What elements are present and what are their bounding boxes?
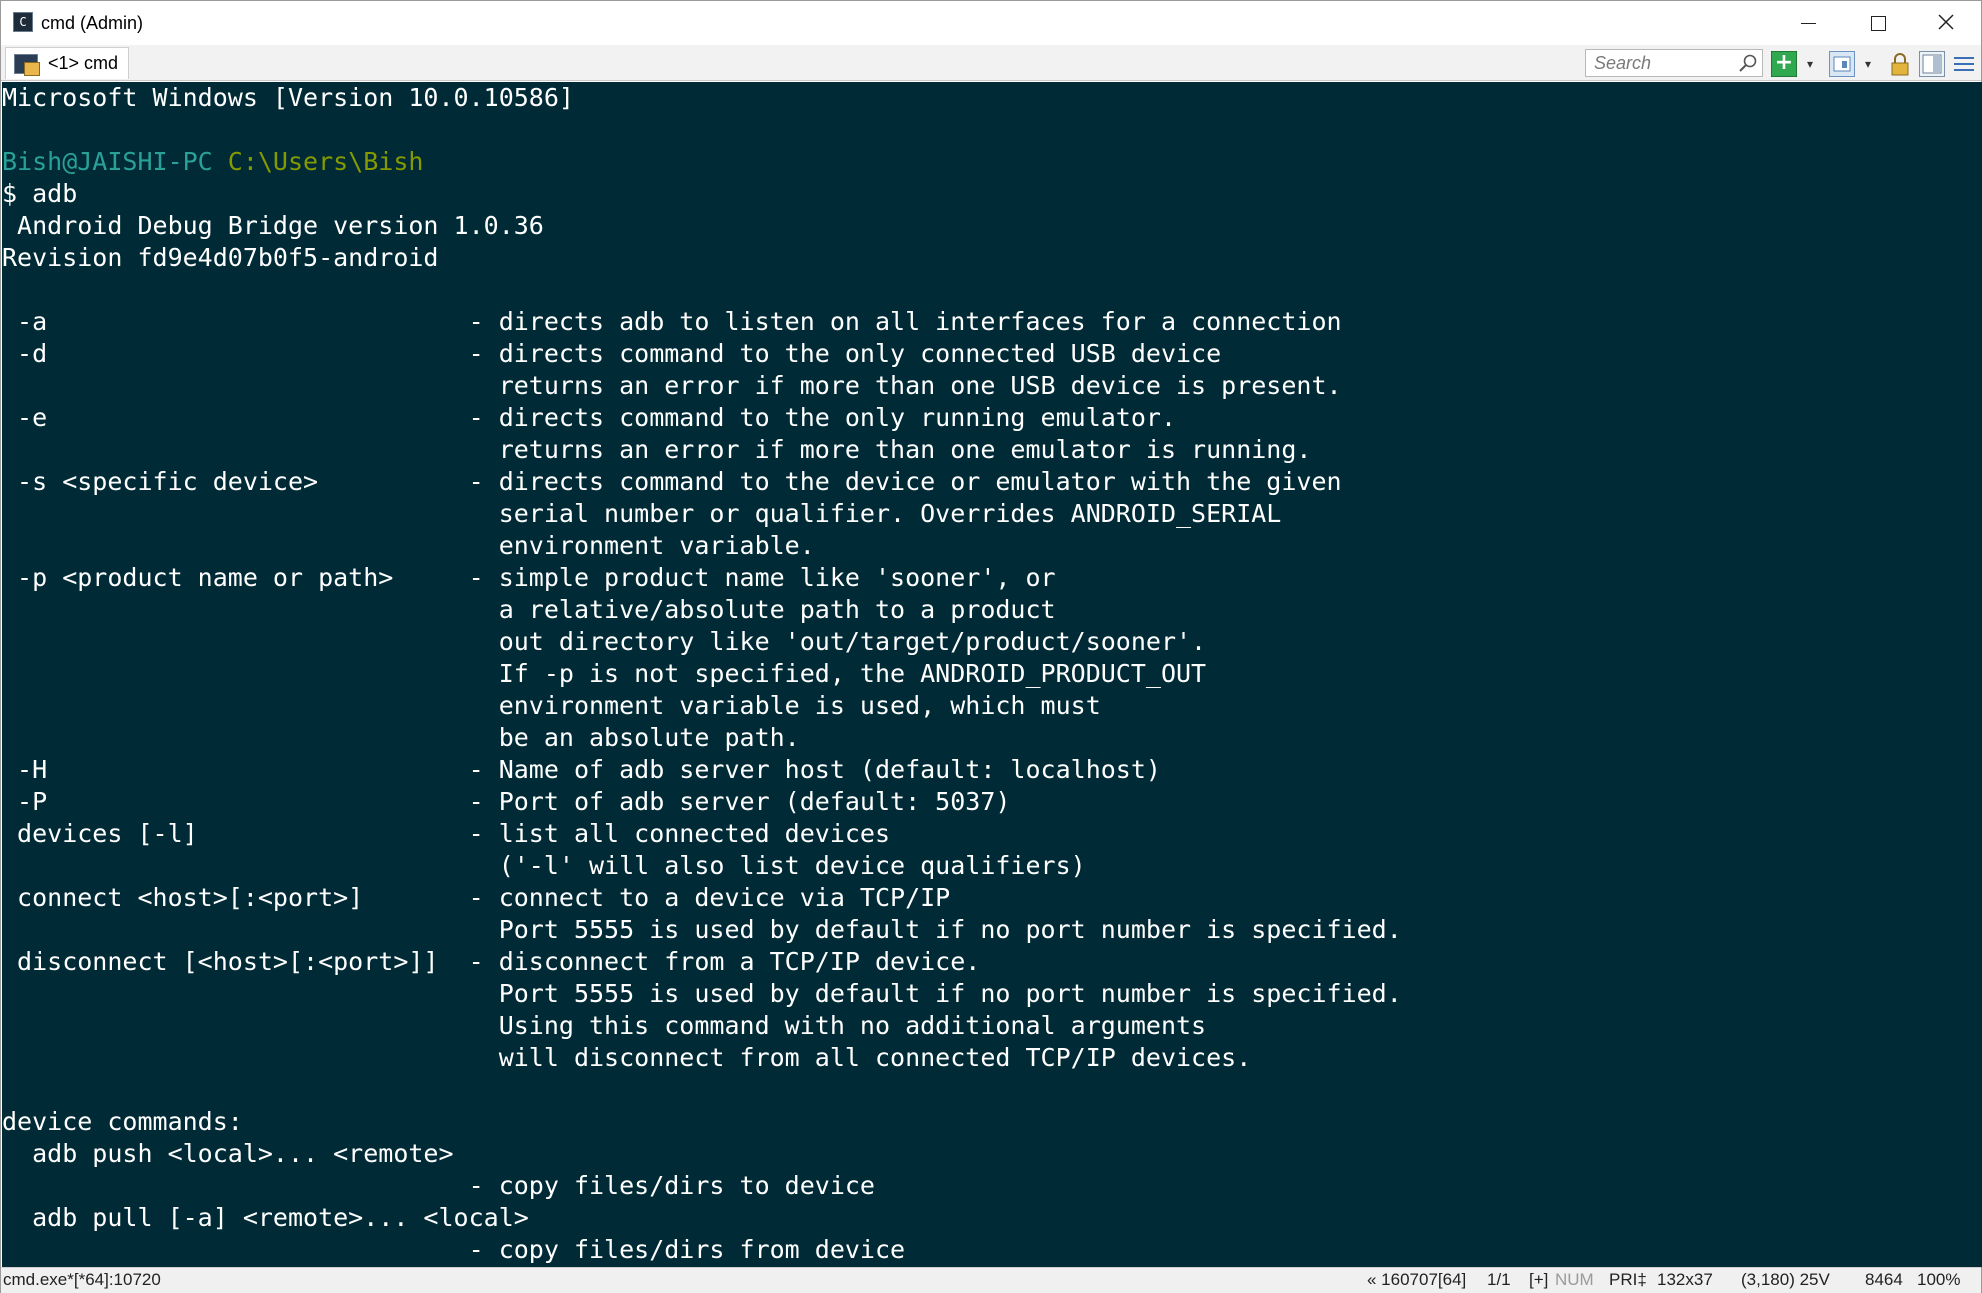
version-banner: Microsoft Windows [Version 10.0.10586] [2,83,574,112]
minimize-icon [1801,23,1816,24]
split-view-dropdown[interactable]: ▾ [1861,51,1875,77]
status-pane: 1/1 [1487,1270,1511,1289]
prompt-path: C:\Users\Bish [227,147,424,176]
vertical-scrollbar[interactable] [1970,82,1982,1267]
status-build: « 160707[64] [1367,1270,1467,1289]
status-bar: cmd.exe*[*64]:10720 « 160707[64] 1/1 [+]… [1,1267,1981,1293]
split-view-icon [1833,56,1851,72]
close-button[interactable] [1911,1,1981,45]
prompt-user-host: Bish@JAISHI-PC [2,147,213,176]
status-size: 132x37 [1657,1270,1713,1289]
plus-icon: + [1774,50,1794,75]
command-line: $ adb [2,179,78,208]
lock-button[interactable] [1887,51,1913,77]
console-window: C cmd (Admin) <1> cmd Search + ▾ ▾ Micro… [0,0,1982,1293]
lock-icon [1891,53,1909,76]
tab-label: <1> cmd [48,53,119,73]
search-input[interactable] [1590,52,1738,74]
title-bar[interactable]: C cmd (Admin) [1,1,1981,45]
panel-icon [1922,54,1942,74]
split-view-button[interactable] [1829,51,1855,77]
console-output-area[interactable]: Microsoft Windows [Version 10.0.10586] B… [2,82,1982,1267]
status-cursor: (3,180) 25V [1741,1270,1830,1289]
tab-bar: <1> cmd + ▾ ▾ [1,45,1981,81]
settings-menu-button[interactable] [1951,51,1977,77]
panel-toggle-button[interactable] [1919,51,1945,77]
status-pid: 8464 [1865,1270,1903,1289]
command-output: Android Debug Bridge version 1.0.36 Revi… [2,211,1402,1264]
tab-cmd[interactable]: <1> cmd [5,47,130,79]
search-box[interactable] [1585,49,1763,77]
window-title: cmd (Admin) [41,13,144,33]
console-tab-icon [12,52,40,76]
status-num: NUM [1555,1270,1594,1289]
minimize-button[interactable] [1773,1,1843,45]
cmd-app-icon[interactable]: C [13,12,33,32]
search-icon[interactable] [1738,53,1758,73]
maximize-button[interactable] [1843,1,1913,45]
status-zoom[interactable]: 100% [1917,1268,1960,1292]
new-console-button[interactable]: + [1771,51,1797,77]
new-console-dropdown[interactable]: ▾ [1803,51,1817,77]
close-icon [1938,14,1954,30]
status-pri: PRI‡ [1609,1270,1647,1289]
status-process: cmd.exe*[*64]:10720 [3,1270,161,1289]
status-plus[interactable]: [+] [1529,1268,1548,1292]
maximize-icon [1871,16,1886,31]
